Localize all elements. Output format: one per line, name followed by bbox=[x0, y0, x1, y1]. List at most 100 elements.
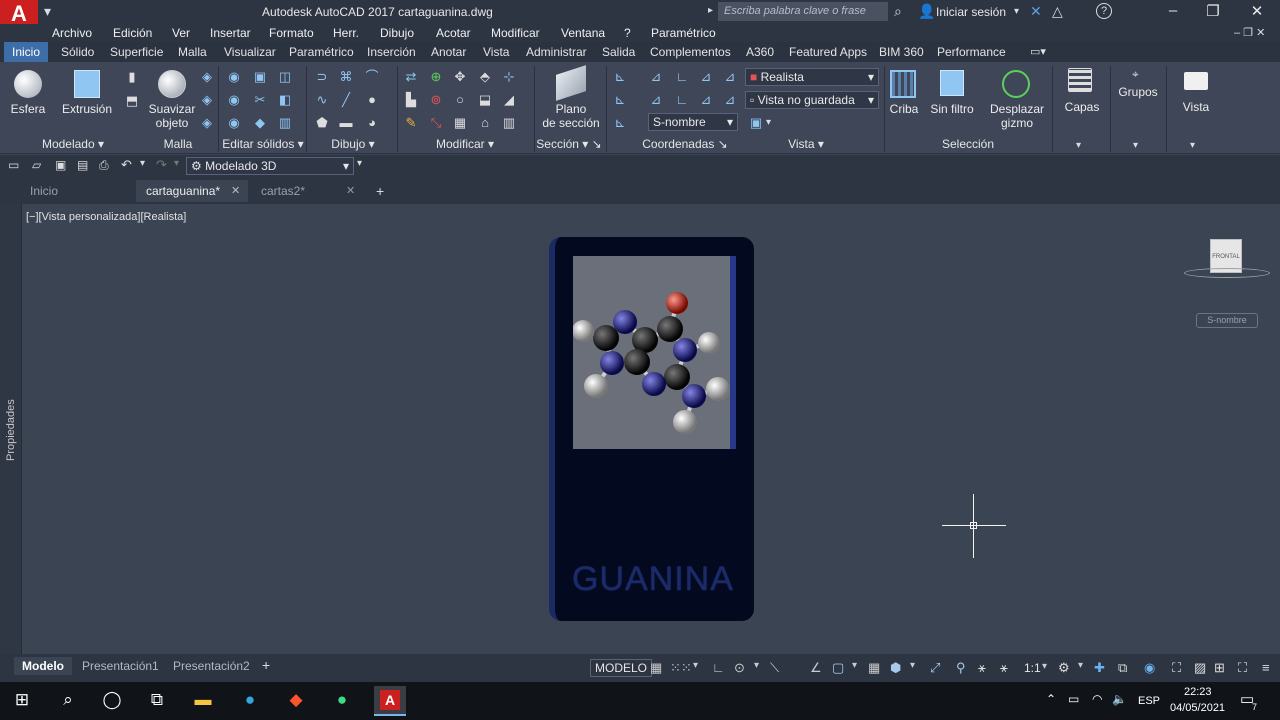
edge-browser-icon[interactable]: ● bbox=[238, 690, 262, 712]
isolate-objects-icon[interactable]: ⛶ bbox=[1172, 660, 1181, 676]
culling-icon[interactable] bbox=[890, 70, 916, 98]
fullscreen-icon[interactable]: ⛶ bbox=[1238, 660, 1247, 676]
doc-window-controls[interactable]: – ❐ ✕ bbox=[1234, 26, 1265, 39]
align-icon[interactable]: ⊕ bbox=[428, 70, 444, 84]
polar-icon[interactable]: ⊙ bbox=[734, 660, 745, 676]
polar-dropdown-icon[interactable]: ▾ bbox=[754, 660, 759, 671]
save-icon[interactable]: ▣ bbox=[55, 158, 66, 172]
subtract-icon[interactable]: ▣ bbox=[252, 70, 268, 84]
dynamic-ucs-icon[interactable]: ⚲ bbox=[956, 660, 966, 676]
hatch-icon[interactable]: ◕ bbox=[364, 116, 380, 130]
ucs-view-icon[interactable]: ⊿ bbox=[648, 93, 664, 107]
save-as-icon[interactable]: ▤ bbox=[77, 158, 88, 172]
thicken-icon[interactable]: ◉ bbox=[226, 116, 242, 130]
brave-browser-icon[interactable]: ◆ bbox=[284, 690, 308, 712]
menu-ver[interactable]: Ver bbox=[172, 26, 190, 40]
arraypath-icon[interactable]: ▥ bbox=[501, 116, 517, 130]
ucs-object-icon[interactable]: ∟ bbox=[674, 93, 690, 107]
language-indicator[interactable]: ESP bbox=[1138, 695, 1160, 707]
menu-dibujo[interactable]: Dibujo bbox=[380, 26, 414, 40]
menu-modificar[interactable]: Modificar bbox=[491, 26, 540, 40]
undo-icon[interactable]: ↶ bbox=[121, 157, 132, 173]
new-file-icon[interactable]: ▭ bbox=[8, 158, 19, 172]
tab-a360[interactable]: A360 bbox=[746, 45, 774, 59]
properties-label[interactable]: Propiedades bbox=[5, 391, 17, 461]
vista-expand-icon[interactable]: ▾ bbox=[1190, 140, 1195, 151]
ucs-3point-icon[interactable]: ⊿ bbox=[722, 93, 738, 107]
sphere-icon[interactable] bbox=[14, 70, 42, 98]
ucs-x-icon[interactable]: ∟ bbox=[674, 70, 690, 84]
search-input[interactable]: Escriba palabra clave o frase bbox=[718, 2, 888, 21]
qat-dropdown-icon[interactable]: ▾ bbox=[44, 3, 51, 20]
tab-complementos[interactable]: Complementos bbox=[650, 45, 731, 59]
2d-osnap-icon[interactable]: ▢ bbox=[832, 660, 844, 676]
capas-button[interactable]: Capas bbox=[1060, 100, 1104, 114]
3d-move-icon[interactable]: ⬘ bbox=[477, 70, 493, 84]
tab-superficie[interactable]: Superficie bbox=[110, 45, 163, 59]
menu-formato[interactable]: Formato bbox=[269, 26, 314, 40]
panel-modelado[interactable]: Modelado ▾ bbox=[30, 137, 116, 151]
a360-icon[interactable]: △ bbox=[1052, 3, 1063, 20]
menu-ventana[interactable]: Ventana bbox=[561, 26, 605, 40]
fillet-icon[interactable]: ◢ bbox=[501, 93, 517, 107]
snap-icon[interactable]: ⁙⁙ bbox=[670, 660, 692, 676]
grupos-expand-icon[interactable]: ▾ bbox=[1133, 140, 1138, 151]
3d-poly-icon[interactable]: ⌘ bbox=[338, 70, 354, 84]
grid-icon[interactable]: ▦ bbox=[650, 660, 662, 676]
annotation-scale[interactable]: 1:1 bbox=[1024, 661, 1041, 675]
polygon-icon[interactable]: ⬟ bbox=[314, 116, 330, 130]
osnap-dropdown-icon[interactable]: ▾ bbox=[852, 660, 857, 671]
tab-administrar[interactable]: Administrar bbox=[526, 45, 587, 59]
menu-archivo[interactable]: Archivo bbox=[52, 26, 92, 40]
redo-dropdown-icon[interactable]: ▾ bbox=[174, 158, 179, 169]
auto-scale-icon[interactable]: ⚹ bbox=[1000, 660, 1008, 676]
extrude-icon[interactable] bbox=[74, 70, 100, 98]
ribbon-options-icon[interactable]: ▭▾ bbox=[1030, 45, 1046, 58]
viewport-config-icon[interactable]: ▣ bbox=[748, 116, 764, 130]
sin-filtro-button[interactable]: Sin filtro bbox=[926, 102, 978, 116]
ucs-y-icon[interactable]: ⊿ bbox=[698, 70, 714, 84]
expand-arrow-icon[interactable]: ▸ bbox=[708, 5, 713, 16]
grupos-button[interactable]: Grupos bbox=[1116, 85, 1160, 99]
hardware-accel-icon[interactable]: ◉ bbox=[1144, 660, 1155, 676]
stretch-icon[interactable]: ▙ bbox=[403, 93, 419, 107]
lineweight-icon[interactable]: ▦ bbox=[868, 660, 880, 676]
panel-seccion[interactable]: Sección ▾ ↘ bbox=[534, 137, 604, 151]
tab-visualizar[interactable]: Visualizar bbox=[224, 45, 276, 59]
erase-icon[interactable]: ✎ bbox=[403, 116, 419, 130]
exchange-icon[interactable]: ✕ bbox=[1030, 3, 1042, 20]
annotation-visibility-icon[interactable]: ⚹ bbox=[978, 660, 986, 676]
mesh-tool-3-icon[interactable]: ◈ bbox=[199, 116, 215, 130]
panel-seleccion[interactable]: Selección bbox=[930, 137, 1006, 151]
search-icon[interactable]: ⌕ bbox=[56, 690, 80, 712]
wifi-icon[interactable]: ◠ bbox=[1092, 692, 1102, 706]
polyline-icon[interactable]: ⊃ bbox=[314, 70, 330, 84]
view-folder-icon[interactable] bbox=[1184, 72, 1208, 90]
named-view-dropdown[interactable]: ▫ Vista no guardada ▾ bbox=[745, 91, 879, 109]
clock-time[interactable]: 22:23 bbox=[1184, 686, 1212, 698]
esfera-button[interactable]: Esfera bbox=[4, 102, 52, 116]
show-hidden-icons-icon[interactable]: ⌃ bbox=[1046, 692, 1056, 706]
ucs-menu-button[interactable]: S-nombre bbox=[1196, 313, 1258, 328]
scale-dropdown-icon[interactable]: ▾ bbox=[1042, 661, 1047, 672]
autocad-taskbar-button[interactable]: A bbox=[374, 686, 406, 716]
panel-coordenadas[interactable]: Coordenadas ↘ bbox=[630, 137, 740, 151]
graphics-perf-icon[interactable]: ▨ bbox=[1194, 660, 1206, 676]
rectangle-icon[interactable]: ▬ bbox=[338, 116, 354, 130]
workspace-dropdown[interactable]: ⚙ Modelado 3D ▾ bbox=[186, 157, 354, 175]
groups-icon[interactable]: ⌖ bbox=[1132, 67, 1139, 82]
workspace-gear-icon[interactable]: ⚙ bbox=[1058, 660, 1070, 676]
s-nombre-dropdown[interactable]: S-nombre ▾ bbox=[648, 113, 738, 131]
layers-icon[interactable] bbox=[1068, 68, 1092, 92]
tab-malla[interactable]: Malla bbox=[178, 45, 207, 59]
explode-icon[interactable]: ▦ bbox=[452, 116, 468, 130]
snap-dropdown-icon[interactable]: ▾ bbox=[693, 660, 698, 671]
mesh-tool-1-icon[interactable]: ◈ bbox=[199, 70, 215, 84]
plano-seccion-button[interactable]: Plano de sección bbox=[538, 102, 604, 130]
desplazar-gizmo-button[interactable]: Desplazar gizmo bbox=[986, 102, 1048, 130]
slice-icon[interactable]: ✂ bbox=[252, 93, 268, 107]
gizmo-icon[interactable] bbox=[1002, 70, 1030, 98]
isodraft-icon[interactable]: ⟍ bbox=[770, 660, 779, 676]
revolve-icon[interactable]: ⬒ bbox=[124, 94, 140, 108]
user-icon[interactable]: 👤 bbox=[918, 3, 935, 20]
